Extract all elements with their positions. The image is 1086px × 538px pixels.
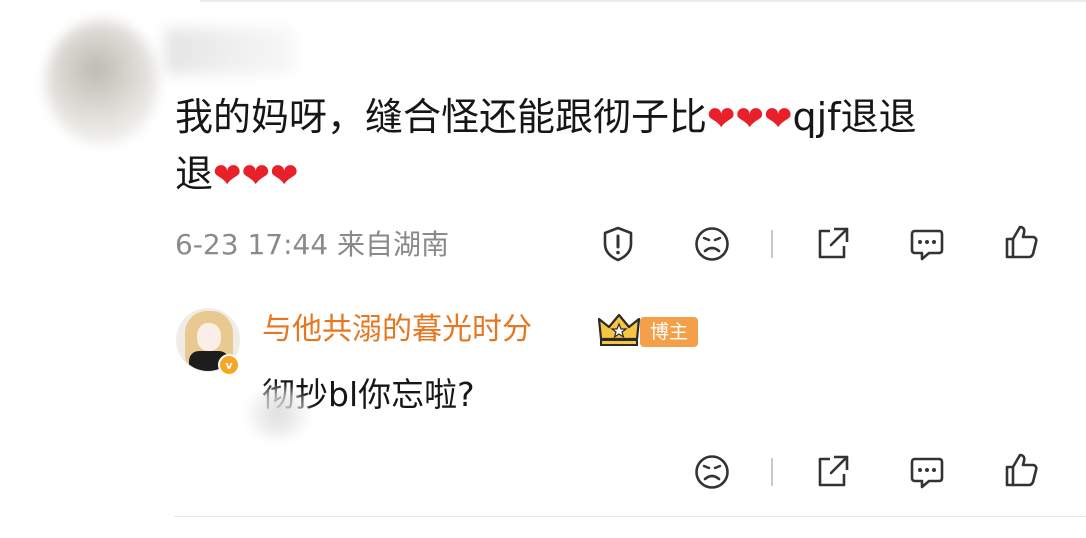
comment-text: 我的妈呀，缝合怪还能跟彻子比❤❤❤qjf退退 退❤❤❤ [175, 95, 917, 196]
action-divider [771, 230, 773, 258]
author-badge: 博主 [640, 317, 699, 347]
action-divider [771, 458, 773, 486]
like-icon [1005, 225, 1038, 259]
comment-icon [910, 229, 944, 261]
reply-share-button[interactable] [810, 450, 854, 494]
dislike-face-icon [695, 455, 729, 489]
commenter-name-blurred[interactable] [165, 28, 295, 74]
like-button[interactable] [999, 220, 1043, 264]
heart-emoji-group: ❤❤❤ [707, 99, 793, 139]
comment-button[interactable] [905, 222, 949, 266]
share-icon [818, 227, 849, 259]
blur-smudge [244, 388, 312, 440]
dislike-button[interactable] [690, 222, 734, 266]
comment-meta: 6-23 17:44 来自湖南 [175, 226, 449, 264]
heart-emoji-group: ❤❤❤ [213, 156, 299, 196]
report-icon [603, 226, 633, 262]
crown-icon [597, 313, 641, 346]
comment-icon [910, 457, 944, 489]
top-divider [200, 0, 1086, 2]
like-icon [1005, 453, 1038, 487]
comment-location: 来自湖南 [337, 228, 450, 261]
reply-like-button[interactable] [999, 448, 1043, 492]
share-button[interactable] [810, 222, 854, 266]
reply-comment-button[interactable] [905, 450, 949, 494]
share-icon [818, 455, 849, 487]
reply-author-name[interactable]: 与他共溺的暮光时分 [262, 309, 532, 351]
bottom-divider [174, 516, 1086, 517]
verified-badge-icon: v [218, 354, 240, 376]
comment-timestamp: 6-23 17:44 [175, 228, 329, 261]
commenter-avatar[interactable] [46, 20, 158, 144]
reply-dislike-button[interactable] [690, 450, 734, 494]
dislike-face-icon [695, 227, 729, 261]
report-button[interactable] [596, 222, 640, 266]
